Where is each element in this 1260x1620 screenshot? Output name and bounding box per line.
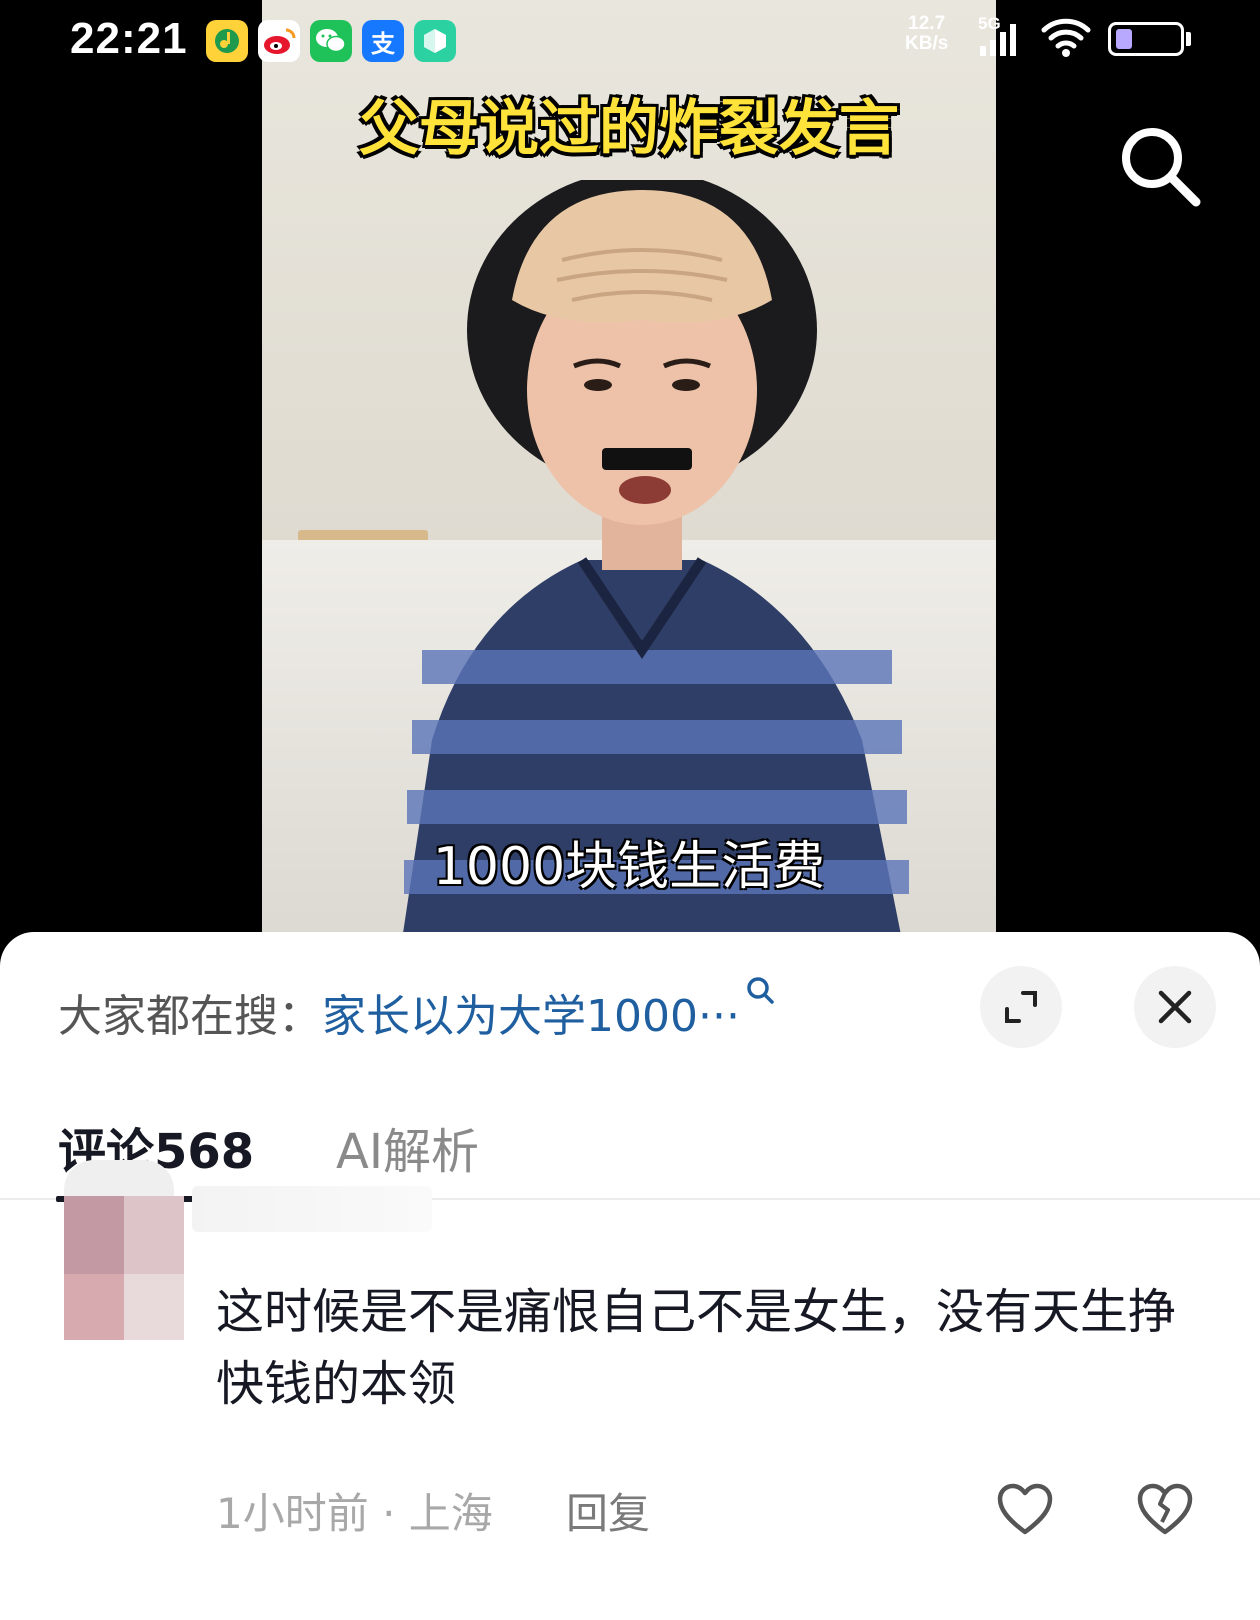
avatar-blur-a: [64, 1196, 124, 1274]
network-speed: 12.7 KB/s: [905, 14, 948, 54]
avatar[interactable]: [30, 1160, 190, 1350]
hot-search-link[interactable]: 家长以为大学1000···: [322, 991, 740, 1042]
expand-icon: [1005, 991, 1037, 1023]
avatar-blur-b: [64, 1274, 124, 1340]
status-bar: 22:21 支 12.7 KB/s 5G: [0, 0, 1260, 80]
heart-icon[interactable]: [996, 1482, 1054, 1536]
avatar-blur-c: [124, 1196, 184, 1274]
battery-level: [1116, 29, 1132, 49]
wechat-icon: [310, 20, 352, 62]
comments-sheet: 大家都在搜：家长以为大学1000··· 评论568 AI解析 这时候是不是痛恨自…: [0, 932, 1260, 1620]
cellular-signal-icon: 5G: [978, 14, 1028, 60]
hot-search-icon: [747, 977, 774, 1004]
close-icon: [1158, 990, 1192, 1024]
screen: 22:21 支 12.7 KB/s 5G 父母说过的炸裂发言 1000块钱生活费…: [0, 0, 1260, 1620]
reply-button[interactable]: 回复: [566, 1480, 650, 1541]
tab-ai-analysis[interactable]: AI解析: [336, 1112, 479, 1182]
broken-heart-icon[interactable]: [1136, 1482, 1194, 1536]
username-redacted[interactable]: [192, 1186, 432, 1232]
comment-text: 这时候是不是痛恨自己不是女生，没有天生挣快钱的本领: [216, 1284, 1177, 1412]
avatar-blur-top: [64, 1160, 174, 1196]
wifi-icon: [1041, 18, 1091, 57]
weibo-icon: [258, 20, 300, 62]
hot-search-bar[interactable]: 大家都在搜：家长以为大学1000···: [58, 977, 778, 1044]
video-subtitle-overlay: 1000块钱生活费: [432, 837, 826, 897]
alipay-icon: 支: [362, 20, 404, 62]
expand-button[interactable]: [980, 966, 1062, 1048]
app-store-icon: [414, 20, 456, 62]
close-button[interactable]: [1134, 966, 1216, 1048]
qq-music-icon: [206, 20, 248, 62]
video-title-overlay: 父母说过的炸裂发言: [359, 94, 899, 164]
network-speed-unit: KB/s: [905, 33, 949, 54]
notification-icons: 支: [206, 20, 456, 62]
network-speed-value: 12.7: [908, 13, 946, 34]
search-icon[interactable]: [1118, 124, 1202, 208]
status-time: 22:21: [70, 14, 188, 63]
hot-search-prefix: 大家都在搜：: [58, 991, 322, 1042]
avatar-blur-d: [124, 1274, 184, 1340]
video-player[interactable]: 父母说过的炸裂发言 1000块钱生活费: [262, 0, 996, 940]
alipay-glyph: 支: [371, 29, 395, 58]
battery-icon: [1108, 22, 1184, 56]
battery-cap: [1186, 32, 1191, 46]
comment-meta: 1小时前 · 上海: [216, 1489, 493, 1538]
